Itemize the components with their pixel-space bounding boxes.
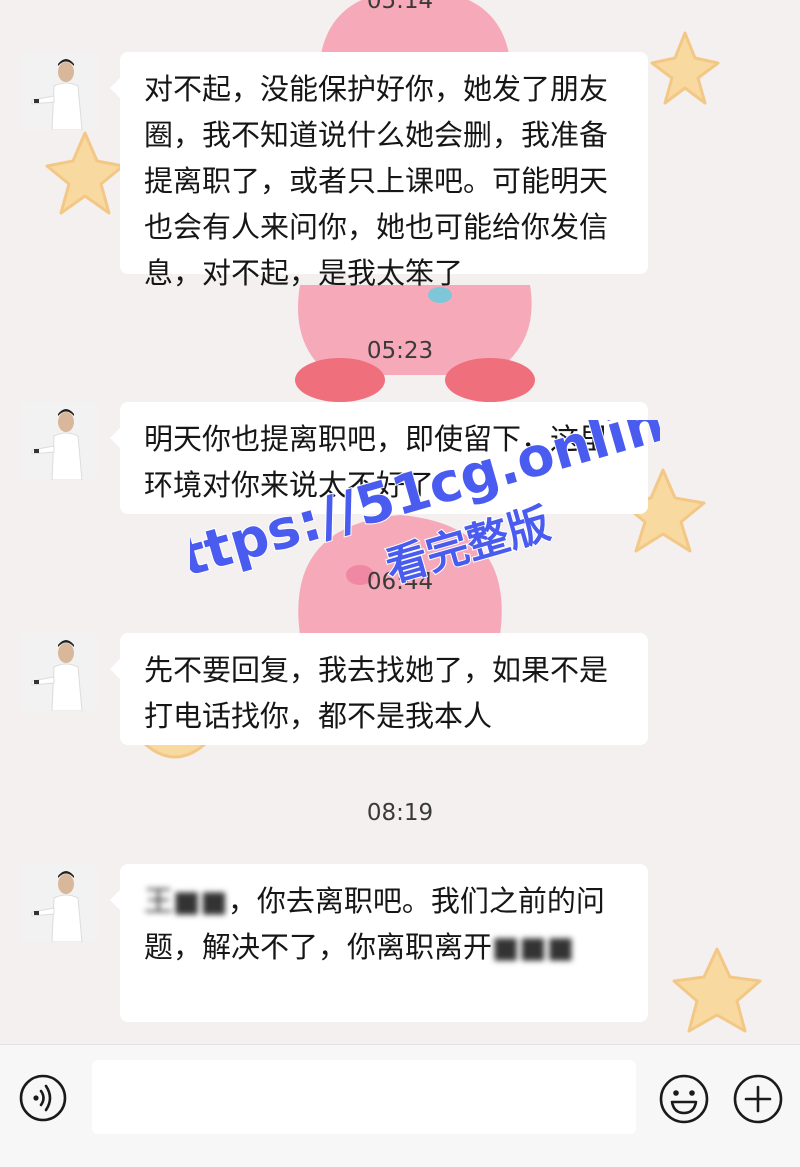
avatar[interactable] xyxy=(20,864,98,942)
star-sticker-4 xyxy=(144,742,206,759)
message-text: 先不要回复，我去找她了，如果不是打电话找你，都不是我本人 xyxy=(144,653,609,733)
timestamp: 05:23 xyxy=(366,338,434,364)
plus-icon[interactable] xyxy=(732,1073,784,1125)
person-avatar-icon xyxy=(20,52,98,130)
message-bubble[interactable]: 王■■，你去离职吧。我们之前的问题，解决不了，你离职离开■■■ xyxy=(110,864,648,1022)
star-sticker-1 xyxy=(650,31,720,105)
message-text: 王■■，你去离职吧。我们之前的问题，解决不了，你离职离开■■■ xyxy=(144,878,628,970)
person-avatar-icon xyxy=(20,402,98,480)
message-bubble[interactable]: 明天你也提离职吧，即使留下，这里环境对你来说太不好了 xyxy=(110,402,648,514)
emoji-icon[interactable] xyxy=(658,1073,710,1125)
message-text: 对不起，没能保护好你，她发了朋友圈，我不知道说什么她会删，我准备提离职了，或者只… xyxy=(144,72,609,290)
star-sticker-5 xyxy=(672,947,762,1033)
avatar[interactable] xyxy=(20,402,98,480)
chat-area[interactable]: 05:14 05:23 06:44 08:19 对不起，没能保护好你，她发了朋友… xyxy=(0,0,800,1044)
message-input[interactable] xyxy=(92,1060,636,1134)
person-avatar-icon xyxy=(20,633,98,711)
person-avatar-icon xyxy=(20,864,98,942)
message-bubble[interactable]: 对不起，没能保护好你，她发了朋友圈，我不知道说什么她会删，我准备提离职了，或者只… xyxy=(110,52,648,290)
avatar[interactable] xyxy=(20,633,98,711)
blurred-place: ■■■ xyxy=(492,930,575,964)
voice-icon[interactable] xyxy=(18,1073,68,1123)
timestamp: 08:19 xyxy=(366,800,434,826)
message-bubble[interactable]: 先不要回复，我去找她了，如果不是打电话找你，都不是我本人 xyxy=(110,633,648,745)
blurred-name: 王■■ xyxy=(144,884,228,918)
message-text: 明天你也提离职吧，即使留下，这里环境对你来说太不好了 xyxy=(144,422,609,502)
star-sticker-2 xyxy=(45,131,125,215)
timestamp: 05:14 xyxy=(366,0,434,14)
avatar[interactable] xyxy=(20,52,98,130)
timestamp: 06:44 xyxy=(366,569,434,595)
